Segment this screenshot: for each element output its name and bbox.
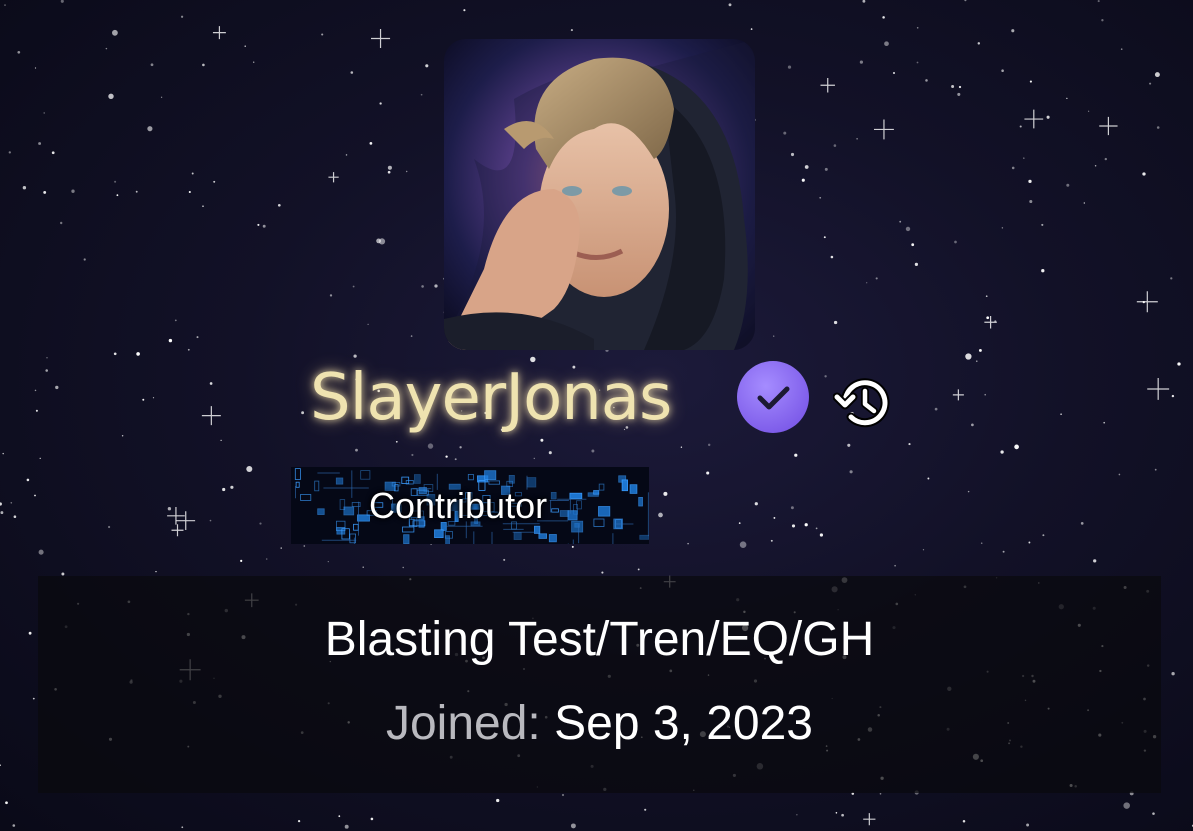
joined-label: Joined: bbox=[385, 697, 541, 750]
profile-avatar[interactable] bbox=[444, 39, 755, 350]
joined-date: Sep 3, 2023 bbox=[554, 697, 813, 750]
role-label: Contributor bbox=[369, 485, 548, 526]
history-icon[interactable] bbox=[832, 373, 893, 433]
custom-title: Blasting Test/Tren/EQ/GH bbox=[324, 613, 875, 666]
role-badge: Contributor bbox=[291, 467, 649, 544]
verified-check-icon[interactable] bbox=[736, 360, 810, 434]
joined-row: Joined: Sep 3, 2023 bbox=[38, 692, 1161, 756]
username: SlayerJonas bbox=[310, 361, 672, 435]
profile-info-panel: Blasting Test/Tren/EQ/GH Joined: Sep 3, … bbox=[38, 576, 1161, 793]
